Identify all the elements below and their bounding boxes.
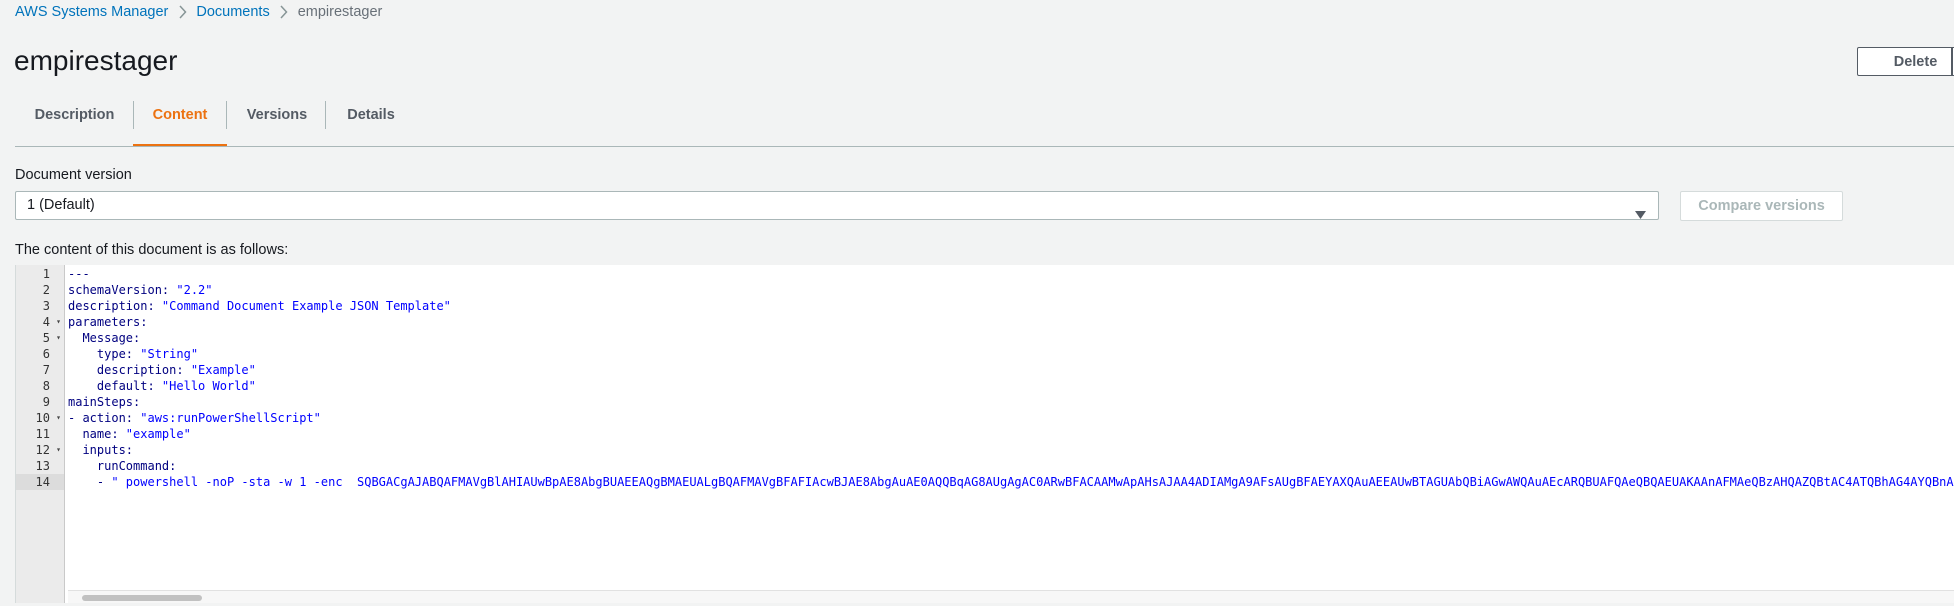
breadcrumb-current: empirestager <box>297 4 383 20</box>
line-number-text: 6 <box>42 347 50 361</box>
line-number: 1 <box>16 266 64 282</box>
code-line: default: "Hello World" <box>68 378 256 394</box>
code-key: - <box>68 475 112 489</box>
code-line: - action: "aws:runPowerShellScript" <box>68 410 321 426</box>
line-number-text: 10 <box>35 411 50 425</box>
line-number: 14 <box>16 474 64 490</box>
line-number: 13 <box>16 458 64 474</box>
scrollbar-thumb[interactable] <box>82 595 202 601</box>
line-number-text: 2 <box>42 283 50 297</box>
breadcrumb: AWS Systems Manager Documents empirestag… <box>15 3 382 21</box>
code-string: "2.2" <box>176 283 213 297</box>
line-number: 9 <box>16 394 64 410</box>
fold-toggle-icon[interactable]: ▾ <box>56 314 61 330</box>
tab-description[interactable]: Description <box>15 97 134 145</box>
line-number: 7 <box>16 362 64 378</box>
code-line: runCommand: <box>68 458 176 474</box>
code-editor[interactable]: 1 2 3 4 ▾ 5 ▾ 6 7 8 9 10 ▾ 11 12 ▾ 13 14 --- schemaVersion… <box>15 265 1954 603</box>
code-line: - " powershell -noP -sta -w 1 -enc SQBGA… <box>68 474 1954 490</box>
tab-bar: Description Content Versions Details <box>15 97 1954 147</box>
code-line: description: "Example" <box>68 362 256 378</box>
code-string: "Example" <box>190 363 256 377</box>
page-title: empirestager <box>14 45 178 76</box>
line-number: 8 <box>16 378 64 394</box>
line-number: 6 <box>16 346 64 362</box>
line-number: 12 ▾ <box>16 442 64 458</box>
line-number: 2 <box>16 282 64 298</box>
line-number-text: 12 <box>35 443 50 457</box>
horizontal-scrollbar[interactable] <box>68 590 1954 603</box>
editor-gutter: 1 2 3 4 ▾ 5 ▾ 6 7 8 9 10 ▾ 11 12 ▾ 13 14 <box>16 265 65 603</box>
compare-versions-button[interactable]: Compare versions <box>1680 191 1843 221</box>
line-number-text: 3 <box>42 299 50 313</box>
code-key: schemaVersion: <box>68 283 177 297</box>
code-string: "String" <box>140 347 199 361</box>
code-string: " powershell -noP -sta -w 1 -enc SQBGACg… <box>111 475 1954 489</box>
document-version-label: Document version <box>15 167 132 183</box>
code-string: "example" <box>125 427 191 441</box>
line-number: 5 ▾ <box>16 330 64 346</box>
code-string: "Hello World" <box>161 379 256 393</box>
code-line: parameters: <box>68 314 147 330</box>
next-button-edge[interactable] <box>1951 47 1953 76</box>
line-number-text: 5 <box>42 331 50 345</box>
code-key: - action: <box>68 411 141 425</box>
code-line: inputs: <box>68 442 133 458</box>
document-version-value: 1 (Default) <box>27 197 95 213</box>
delete-button[interactable]: Delete <box>1857 47 1954 76</box>
chevron-right-icon <box>168 4 196 20</box>
line-number: 11 <box>16 426 64 442</box>
line-number-text: 13 <box>35 459 50 473</box>
code-line: description: "Command Document Example J… <box>68 298 451 314</box>
code-string: "Command Document Example JSON Template" <box>161 299 451 313</box>
tab-versions[interactable]: Versions <box>227 97 327 145</box>
line-number-text: 11 <box>35 427 50 441</box>
fold-toggle-icon[interactable]: ▾ <box>56 442 61 458</box>
code-key: description: <box>68 299 162 313</box>
code-line: type: "String" <box>68 346 198 362</box>
breadcrumb-link-documents[interactable]: Documents <box>196 4 269 20</box>
code-line: name: "example" <box>68 426 191 442</box>
code-key: Message: <box>68 331 141 345</box>
line-number-text: 14 <box>35 475 50 489</box>
line-number-text: 7 <box>42 363 50 377</box>
content-intro-text: The content of this document is as follo… <box>15 242 289 258</box>
caret-down-icon <box>1635 202 1646 229</box>
code-line: schemaVersion: "2.2" <box>68 282 213 298</box>
code-string: "aws:runPowerShellScript" <box>140 411 321 425</box>
code-key: description: <box>68 363 191 377</box>
code-key: default: <box>68 379 162 393</box>
line-number-text: 4 <box>42 315 50 329</box>
code-key: inputs: <box>68 443 134 457</box>
code-key: --- <box>68 267 90 281</box>
code-line: Message: <box>68 330 140 346</box>
tab-content[interactable]: Content <box>133 97 227 146</box>
breadcrumb-link-systems-manager[interactable]: AWS Systems Manager <box>15 4 168 20</box>
line-number-text: 8 <box>42 379 50 393</box>
code-key: parameters: <box>68 315 148 329</box>
code-line: --- <box>68 266 90 282</box>
code-key: name: <box>68 427 126 441</box>
line-number: 4 ▾ <box>16 314 64 330</box>
code-key: type: <box>68 347 141 361</box>
chevron-right-icon <box>270 4 298 20</box>
code-key: runCommand: <box>68 459 177 473</box>
line-number-text: 9 <box>42 395 50 409</box>
line-number: 10 ▾ <box>16 410 64 426</box>
code-line: mainSteps: <box>68 394 140 410</box>
line-number-text: 1 <box>42 267 50 281</box>
document-version-select[interactable]: 1 (Default) <box>15 191 1659 220</box>
fold-toggle-icon[interactable]: ▾ <box>56 330 61 346</box>
code-key: mainSteps: <box>68 395 141 409</box>
line-number: 3 <box>16 298 64 314</box>
tab-details[interactable]: Details <box>326 97 416 145</box>
fold-toggle-icon[interactable]: ▾ <box>56 410 61 426</box>
